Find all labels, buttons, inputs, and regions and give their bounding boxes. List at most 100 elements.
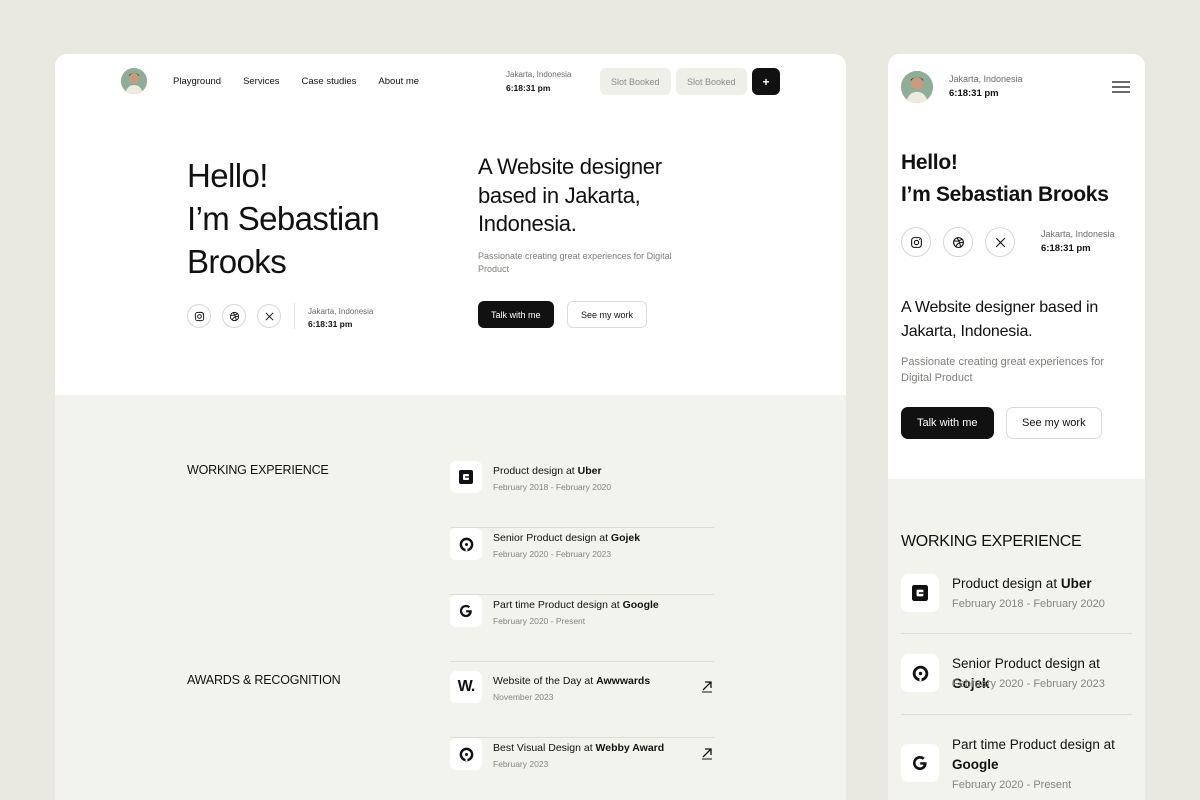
experience-dates: February 2020 - Present (493, 616, 586, 626)
see-my-work-button[interactable]: See my work (567, 301, 648, 328)
mobile-hero-tagline: A Website designer based in Jakarta, Ind… (901, 299, 1099, 340)
role-text: Part time Product design at (952, 737, 1115, 752)
experience-title: Senior Product design at Gojek (493, 532, 640, 544)
gojek-icon (450, 528, 482, 560)
location-city: Jakarta, Indonesia (1041, 229, 1115, 239)
hero-hello: Hello! (187, 157, 268, 194)
role-text: Senior Product design at (493, 532, 611, 544)
experience-title: Product design at Uber (493, 465, 602, 477)
avatar[interactable] (121, 68, 147, 94)
hero-tagline: A Website designer based in Jakarta, Ind… (478, 154, 662, 236)
dribbble-button[interactable] (222, 304, 246, 328)
awwwards-icon: W. (450, 671, 482, 703)
experience-title: Product design at Uber (952, 574, 1137, 594)
hamburger-menu-icon[interactable] (1112, 81, 1130, 93)
arrow-up-right-icon[interactable] (700, 679, 714, 693)
google-icon (450, 595, 482, 627)
mobile-hero-heading: Hello! I’m Sebastian Brooks (901, 147, 1141, 211)
experience-dates: February 2020 - February 2023 (952, 678, 1105, 690)
main-nav: Playground Services Case studies About m… (173, 76, 441, 87)
plus-button[interactable]: + (752, 68, 780, 95)
uber-icon (901, 574, 939, 612)
hero-section: Playground Services Case studies About m… (55, 54, 846, 395)
award-text: Website of the Day at (493, 675, 597, 687)
location-city: Jakarta, Indonesia (308, 307, 374, 316)
experience-item-gojek[interactable]: Senior Product design at Gojek February … (450, 528, 714, 595)
nav-link-playground[interactable]: Playground (173, 76, 221, 87)
experience-item-google[interactable]: Part time Product design at Google Febru… (450, 595, 714, 662)
location-city: Jakarta, Indonesia (949, 74, 1023, 84)
award-org: Awwwards (596, 675, 651, 687)
mobile-hero-location: Jakarta, Indonesia 6:18:31 pm (1041, 229, 1115, 254)
award-org: Webby Award (595, 742, 665, 754)
hero-location: Jakarta, Indonesia 6:18:31 pm (308, 307, 373, 329)
google-icon (901, 744, 939, 782)
award-date: November 2023 (493, 692, 554, 702)
nav-link-about-me[interactable]: About me (378, 76, 419, 87)
nav-link-services[interactable]: Services (243, 76, 279, 87)
location-city: Jakarta, Indonesia (506, 70, 572, 79)
x-icon (265, 312, 273, 320)
avatar[interactable] (901, 71, 933, 103)
see-my-work-button[interactable]: See my work (1006, 407, 1102, 439)
experience-item-uber[interactable]: Product design at Uber February 2018 - F… (901, 574, 1132, 634)
hero-hello: Hello! (901, 151, 958, 174)
slot-booked-badge: Slot Booked (600, 68, 671, 95)
talk-with-me-button[interactable]: Talk with me (478, 301, 554, 328)
x-twitter-button[interactable] (985, 227, 1015, 257)
instagram-button[interactable] (901, 227, 931, 257)
company-name: Uber (1060, 576, 1092, 591)
experience-item-google[interactable]: Part time Product design at Google Febru… (901, 735, 1132, 800)
gojek-icon (901, 654, 939, 692)
location-time: 6:18:31 pm (949, 88, 999, 99)
company-name: Google (952, 757, 999, 772)
instagram-icon (910, 236, 922, 248)
award-date: February 2023 (493, 759, 549, 769)
nav-location: Jakarta, Indonesia 6:18:31 pm (506, 70, 571, 93)
x-twitter-button[interactable] (257, 304, 281, 328)
dribbble-icon (229, 311, 239, 321)
uber-icon (450, 461, 482, 493)
desktop-preview: Playground Services Case studies About m… (55, 54, 846, 800)
location-time: 6:18:31 pm (308, 319, 353, 329)
hero-subtext: Passionate creating great experiences fo… (478, 251, 672, 274)
working-experience-title: WORKING EXPERIENCE (187, 463, 329, 477)
award-title: Website of the Day at Awwwards (493, 675, 650, 687)
location-time: 6:18:31 pm (1041, 243, 1091, 254)
experience-dates: February 2018 - February 2020 (493, 482, 612, 492)
x-icon (995, 237, 1005, 247)
instagram-icon (194, 311, 204, 321)
hero-heading: Hello! I’m Sebastian Brooks (187, 154, 427, 283)
company-name: Uber (577, 465, 602, 477)
slot-booked-badge: Slot Booked (676, 68, 747, 95)
experience-item-uber[interactable]: Product design at Uber February 2018 - F… (450, 461, 714, 528)
mobile-preview: Jakarta, Indonesia 6:18:31 pm Hello! I’m… (888, 54, 1145, 800)
mobile-nav-location: Jakarta, Indonesia 6:18:31 pm (949, 74, 1023, 99)
instagram-button[interactable] (187, 304, 211, 328)
experience-item-gojek[interactable]: Senior Product design at Gojek February … (901, 654, 1132, 715)
hero-name: I’m Sebastian Brooks (187, 200, 380, 280)
dribbble-button[interactable] (943, 227, 973, 257)
award-item-awwwards[interactable]: W. Website of the Day at Awwwards Novemb… (450, 671, 714, 738)
experience-title: Part time Product design at Google (952, 735, 1137, 775)
mobile-hero-subtext: Passionate creating great experiences fo… (901, 356, 1105, 384)
divider (294, 303, 295, 329)
award-text: Best Visual Design at (493, 742, 596, 754)
award-title: Best Visual Design at Webby Award (493, 742, 664, 754)
experience-dates: February 2020 - Present (952, 779, 1072, 791)
location-time: 6:18:31 pm (506, 83, 551, 93)
dribbble-icon (952, 236, 964, 248)
role-text: Senior Product design at (952, 656, 1100, 671)
mobile-hero-section: Jakarta, Indonesia 6:18:31 pm Hello! I’m… (888, 54, 1145, 479)
nav-link-case-studies[interactable]: Case studies (302, 76, 357, 87)
award-item-webby[interactable]: Best Visual Design at Webby Award Februa… (450, 738, 714, 800)
company-name: Gojek (610, 532, 641, 544)
experience-dates: February 2018 - February 2020 (952, 598, 1105, 610)
mobile-working-experience-title: WORKING EXPERIENCE (901, 533, 1082, 550)
experience-title: Part time Product design at Google (493, 599, 659, 611)
role-text: Part time Product design at (493, 599, 623, 611)
role-text: Product design at (952, 576, 1061, 591)
webby-icon (450, 738, 482, 770)
talk-with-me-button[interactable]: Talk with me (901, 407, 994, 439)
arrow-up-right-icon[interactable] (700, 746, 714, 760)
